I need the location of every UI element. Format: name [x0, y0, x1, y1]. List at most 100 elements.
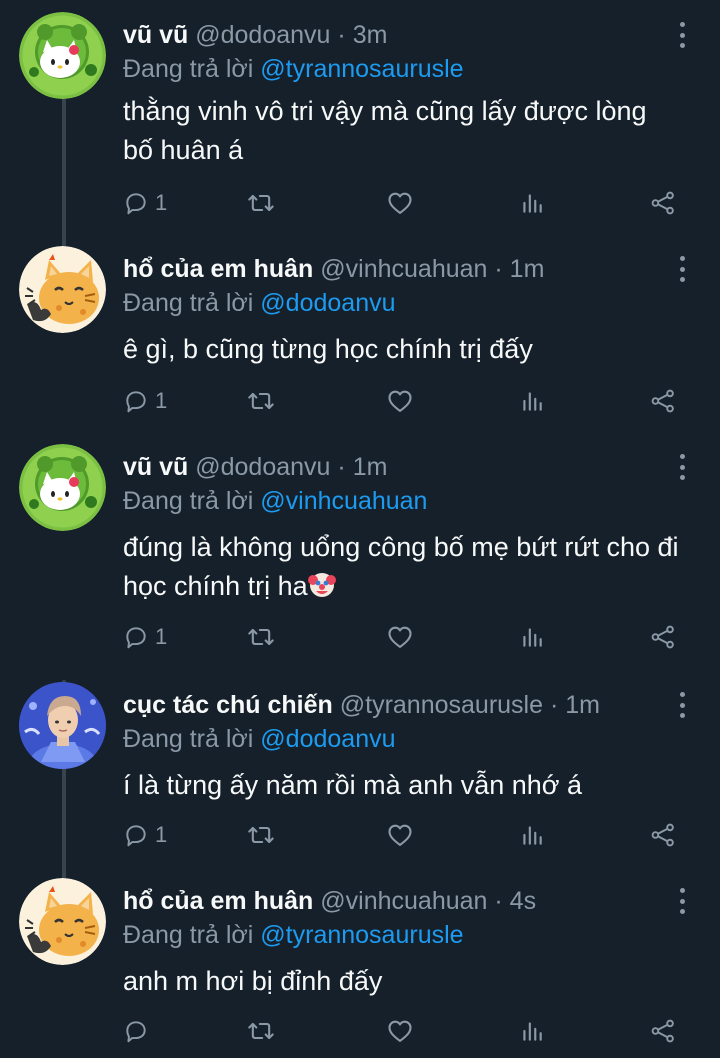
replying-to: Đang trả lời @dodoanvu: [123, 286, 396, 320]
more-options-icon[interactable]: [674, 888, 690, 914]
avatar[interactable]: [19, 878, 106, 965]
replying-to: Đang trả lời @dodoanvu: [123, 722, 396, 756]
display-name[interactable]: vũ vũ: [123, 21, 188, 49]
more-options-icon[interactable]: [674, 256, 690, 282]
avatar[interactable]: [19, 682, 106, 769]
timestamp[interactable]: 1m: [353, 453, 388, 481]
analytics-icon: [519, 822, 545, 848]
tweet-header: cục tác chú chiến @tyrannosaurusle · 1m: [123, 688, 600, 722]
share-button[interactable]: [650, 384, 676, 418]
user-handle[interactable]: @dodoanvu: [195, 21, 330, 49]
tweet[interactable]: vũ vũ @dodoanvu · 3m Đang trả lời @tyran…: [0, 18, 720, 228]
clown-face-icon: [307, 573, 336, 597]
reply-icon: [123, 1018, 149, 1044]
mention-link[interactable]: @dodoanvu: [260, 289, 395, 317]
user-handle[interactable]: @vinhcuahuan: [320, 887, 487, 915]
reply-count: 1: [155, 624, 168, 649]
more-options-icon[interactable]: [674, 22, 690, 48]
analytics-button[interactable]: [519, 1014, 545, 1048]
like-button[interactable]: [386, 620, 414, 654]
tweet[interactable]: hổ của em huân @vinhcuahuan · 4s Đang tr…: [0, 884, 720, 1058]
mention-link[interactable]: @dodoanvu: [260, 725, 395, 753]
reply-button[interactable]: [123, 1014, 155, 1048]
separator: ·: [337, 453, 346, 481]
tweet-text: anh m hơi bị đỉnh đấy: [123, 966, 383, 996]
reply-count: 1: [155, 190, 168, 215]
retweet-icon: [247, 623, 275, 651]
retweet-button[interactable]: [247, 186, 275, 220]
separator: ·: [337, 21, 346, 49]
share-button[interactable]: [650, 186, 676, 220]
reply-button[interactable]: 1: [123, 384, 167, 418]
display-name[interactable]: vũ vũ: [123, 453, 188, 481]
analytics-button[interactable]: [519, 818, 545, 852]
share-button[interactable]: [650, 1014, 676, 1048]
retweet-button[interactable]: [247, 620, 275, 654]
user-handle[interactable]: @tyrannosaurusle: [340, 691, 543, 719]
share-button[interactable]: [650, 818, 676, 852]
like-button[interactable]: [386, 1014, 414, 1048]
reply-icon: [123, 388, 149, 414]
replying-to: Đang trả lời @vinhcuahuan: [123, 484, 427, 518]
user-handle[interactable]: @vinhcuahuan: [320, 255, 487, 283]
share-icon: [650, 190, 676, 216]
tweet-actions: 1: [123, 186, 683, 220]
like-button[interactable]: [386, 186, 414, 220]
reply-button[interactable]: 1: [123, 186, 167, 220]
analytics-button[interactable]: [519, 384, 545, 418]
timestamp[interactable]: 3m: [353, 21, 388, 49]
avatar[interactable]: [19, 246, 106, 333]
tweet-text: í là từng ấy năm rồi mà anh vẫn nhớ á: [123, 770, 583, 800]
mention-link[interactable]: @tyrannosaurusle: [260, 55, 463, 83]
mention-link[interactable]: @tyrannosaurusle: [260, 921, 463, 949]
tweet-text: đúng là không uổng công bố mẹ bứt rứt ch…: [123, 532, 679, 601]
tweet-header: hổ của em huân @vinhcuahuan · 1m: [123, 252, 544, 286]
reply-count: 1: [155, 822, 168, 847]
replying-label: Đang trả lời: [123, 55, 254, 83]
tweet[interactable]: vũ vũ @dodoanvu · 1m Đang trả lời @vinhc…: [0, 450, 720, 670]
timestamp[interactable]: 4s: [510, 887, 536, 915]
replying-to: Đang trả lời @tyrannosaurusle: [123, 918, 464, 952]
reply-button[interactable]: 1: [123, 620, 167, 654]
reply-button[interactable]: 1: [123, 818, 167, 852]
tweet-text: thằng vinh vô tri vậy mà cũng lấy được l…: [123, 96, 647, 165]
retweet-button[interactable]: [247, 384, 275, 418]
timestamp[interactable]: 1m: [510, 255, 545, 283]
more-options-icon[interactable]: [674, 454, 690, 480]
display-name[interactable]: cục tác chú chiến: [123, 691, 333, 719]
tweet-header: vũ vũ @dodoanvu · 3m: [123, 18, 387, 52]
timestamp[interactable]: 1m: [565, 691, 600, 719]
share-button[interactable]: [650, 620, 676, 654]
analytics-icon: [519, 388, 545, 414]
analytics-button[interactable]: [519, 186, 545, 220]
tweet[interactable]: cục tác chú chiến @tyrannosaurusle · 1m …: [0, 688, 720, 868]
avatar[interactable]: [19, 444, 106, 531]
analytics-button[interactable]: [519, 620, 545, 654]
tweet[interactable]: hổ của em huân @vinhcuahuan · 1m Đang tr…: [0, 252, 720, 432]
analytics-icon: [519, 1018, 545, 1044]
display-name[interactable]: hổ của em huân: [123, 887, 313, 915]
mention-link[interactable]: @vinhcuahuan: [260, 487, 427, 515]
reply-icon: [123, 624, 149, 650]
heart-icon: [386, 189, 414, 217]
separator: ·: [494, 887, 503, 915]
avatar[interactable]: [19, 12, 106, 99]
retweet-button[interactable]: [247, 818, 275, 852]
reply-count: 1: [155, 388, 168, 413]
tweet-header: vũ vũ @dodoanvu · 1m: [123, 450, 387, 484]
tweet-actions: 1: [123, 818, 683, 852]
share-icon: [650, 1018, 676, 1044]
tweet-header: hổ của em huân @vinhcuahuan · 4s: [123, 884, 536, 918]
like-button[interactable]: [386, 818, 414, 852]
display-name[interactable]: hổ của em huân: [123, 255, 313, 283]
retweet-icon: [247, 189, 275, 217]
like-button[interactable]: [386, 384, 414, 418]
share-icon: [650, 388, 676, 414]
user-handle[interactable]: @dodoanvu: [195, 453, 330, 481]
replying-to: Đang trả lời @tyrannosaurusle: [123, 52, 464, 86]
retweet-button[interactable]: [247, 1014, 275, 1048]
tweet-actions: [123, 1014, 683, 1048]
replying-label: Đang trả lời: [123, 289, 254, 317]
more-options-icon[interactable]: [674, 692, 690, 718]
tweet-content: đúng là không uổng công bố mẹ bứt rứt ch…: [123, 528, 683, 606]
